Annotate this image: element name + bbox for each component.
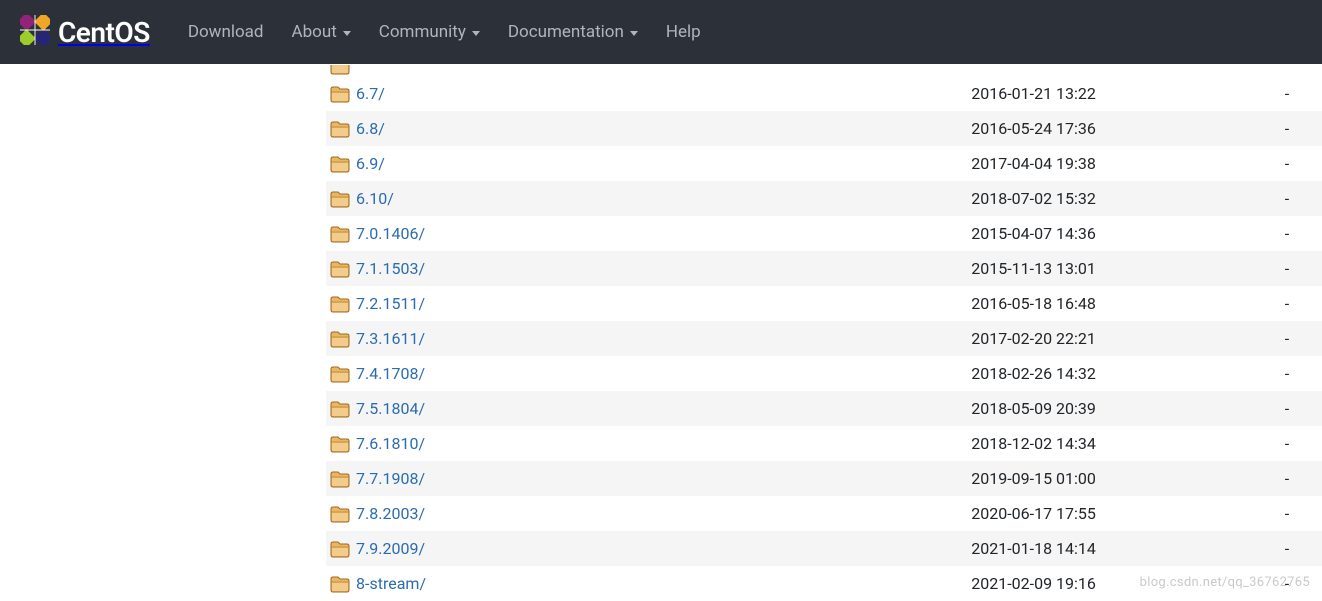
size-cell: -: [1252, 111, 1322, 146]
table-row: 6.7/2016-01-21 13:22-: [326, 76, 1322, 111]
size-cell: -: [1252, 461, 1322, 496]
size-cell: -: [1252, 251, 1322, 286]
table-row: 7.8.2003/2020-06-17 17:55-: [326, 496, 1322, 531]
folder-icon: [326, 391, 356, 426]
content: 6.7/2016-01-21 13:22- 6.8/2016-05-24 17:…: [0, 64, 1322, 601]
modified-date: 2016-05-24 17:36: [971, 111, 1252, 146]
table-row: 7.5.1804/2018-05-09 20:39-: [326, 391, 1322, 426]
folder-icon: [326, 76, 356, 111]
folder-icon: [326, 321, 356, 356]
table-row: 6.9/2017-04-04 19:38-: [326, 146, 1322, 181]
brand-text: CentOS: [58, 16, 150, 49]
table-row: 6.8/2016-05-24 17:36-: [326, 111, 1322, 146]
nav-items: Download About Community Documentation H…: [178, 14, 711, 50]
directory-link[interactable]: 7.4.1708/: [356, 364, 425, 383]
modified-date: 2018-07-02 15:32: [971, 181, 1252, 216]
size-cell: -: [1252, 391, 1322, 426]
table-row: 7.7.1908/2019-09-15 01:00-: [326, 461, 1322, 496]
directory-link[interactable]: 6.10/: [356, 189, 394, 208]
table-row: 7.2.1511/2016-05-18 16:48-: [326, 286, 1322, 321]
table-row: 7.3.1611/2017-02-20 22:21-: [326, 321, 1322, 356]
folder-icon: [326, 181, 356, 216]
size-cell: -: [1252, 426, 1322, 461]
size-cell: -: [1252, 181, 1322, 216]
modified-date: 2016-05-18 16:48: [971, 286, 1252, 321]
folder-icon: [326, 111, 356, 146]
nav-help[interactable]: Help: [656, 14, 711, 50]
directory-link[interactable]: 7.6.1810/: [356, 434, 425, 453]
nav-label: Community: [379, 22, 466, 42]
size-cell: -: [1252, 146, 1322, 181]
folder-icon: [326, 496, 356, 531]
size-cell: -: [1252, 496, 1322, 531]
table-row: 6.10/2018-07-02 15:32-: [326, 181, 1322, 216]
size-cell: -: [1252, 356, 1322, 391]
directory-link[interactable]: 7.8.2003/: [356, 504, 425, 523]
size-cell: -: [1252, 286, 1322, 321]
directory-link[interactable]: 8-stream/: [356, 574, 426, 593]
nav-documentation[interactable]: Documentation: [498, 14, 648, 50]
table-row: 7.4.1708/2018-02-26 14:32-: [326, 356, 1322, 391]
nav-label: Help: [666, 22, 701, 42]
chevron-down-icon: [472, 31, 480, 36]
directory-link[interactable]: 7.3.1611/: [356, 329, 425, 348]
directory-link[interactable]: 7.1.1503/: [356, 259, 425, 278]
table-row: 7.9.2009/2021-01-18 14:14-: [326, 531, 1322, 566]
chevron-down-icon: [630, 31, 638, 36]
nav-about[interactable]: About: [282, 14, 361, 50]
directory-link[interactable]: 7.0.1406/: [356, 224, 425, 243]
modified-date: 2015-04-07 14:36: [971, 216, 1252, 251]
folder-icon: [326, 64, 356, 76]
directory-link[interactable]: 7.5.1804/: [356, 399, 425, 418]
folder-icon: [326, 531, 356, 566]
size-cell: -: [1252, 216, 1322, 251]
directory-link[interactable]: 6.7/: [356, 84, 385, 103]
modified-date: 2016-01-21 13:22: [971, 76, 1252, 111]
nav-label: About: [292, 22, 337, 42]
folder-icon: [326, 426, 356, 461]
folder-icon: [326, 216, 356, 251]
nav-label: Download: [188, 22, 264, 42]
folder-icon: [326, 461, 356, 496]
modified-date: 2018-12-02 14:34: [971, 426, 1252, 461]
directory-link[interactable]: 6.9/: [356, 154, 385, 173]
table-row: 7.0.1406/2015-04-07 14:36-: [326, 216, 1322, 251]
size-cell: -: [1252, 531, 1322, 566]
directory-listing: 6.7/2016-01-21 13:22- 6.8/2016-05-24 17:…: [326, 64, 1322, 601]
navbar: CentOS Download About Community Document…: [0, 0, 1322, 64]
folder-icon: [326, 286, 356, 321]
directory-link[interactable]: 7.2.1511/: [356, 294, 425, 313]
modified-date: 2017-04-04 19:38: [971, 146, 1252, 181]
size-cell: -: [1252, 76, 1322, 111]
folder-icon: [326, 146, 356, 181]
centos-logo-icon: [20, 15, 50, 49]
folder-icon: [326, 356, 356, 391]
nav-download[interactable]: Download: [178, 14, 274, 50]
table-row: 7.6.1810/2018-12-02 14:34-: [326, 426, 1322, 461]
nav-community[interactable]: Community: [369, 14, 490, 50]
modified-date: 2021-01-18 14:14: [971, 531, 1252, 566]
directory-link[interactable]: 6.8/: [356, 119, 385, 138]
directory-link[interactable]: 7.7.1908/: [356, 469, 425, 488]
modified-date: 2017-02-20 22:21: [971, 321, 1252, 356]
size-cell: -: [1252, 321, 1322, 356]
modified-date: 2015-11-13 13:01: [971, 251, 1252, 286]
modified-date: 2018-05-09 20:39: [971, 391, 1252, 426]
modified-date: 2020-06-17 17:55: [971, 496, 1252, 531]
folder-icon: [326, 251, 356, 286]
chevron-down-icon: [343, 31, 351, 36]
modified-date: 2018-02-26 14:32: [971, 356, 1252, 391]
brand-link[interactable]: CentOS: [20, 15, 150, 49]
table-row: 7.1.1503/2015-11-13 13:01-: [326, 251, 1322, 286]
modified-date: 2019-09-15 01:00: [971, 461, 1252, 496]
nav-label: Documentation: [508, 22, 624, 42]
directory-link[interactable]: 7.9.2009/: [356, 539, 425, 558]
